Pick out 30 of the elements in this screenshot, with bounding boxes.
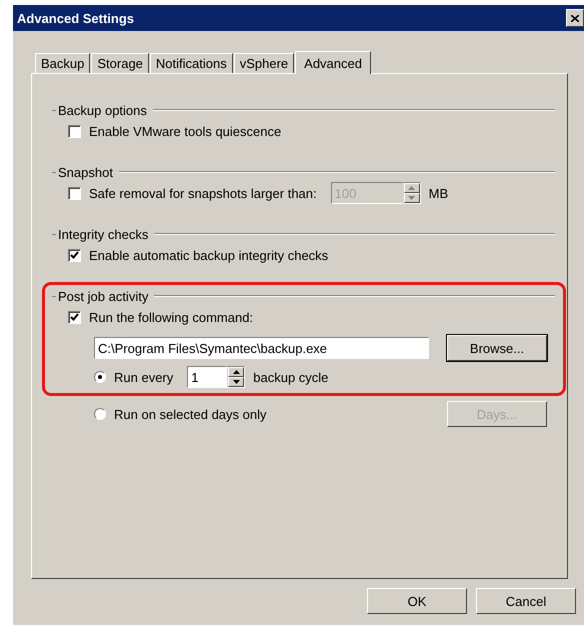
checkbox[interactable] — [68, 186, 81, 200]
command-field[interactable]: C:\Program Files\Symantec\backup.exe — [94, 337, 429, 359]
window-title: Advanced Settings — [17, 10, 134, 26]
group-title: Post job activity — [58, 288, 148, 304]
radio-label: Run on selected days only — [114, 406, 266, 422]
tab[interactable]: Storage — [91, 53, 149, 73]
dialog-button[interactable]: OK — [367, 588, 467, 614]
radio-button[interactable] — [94, 371, 106, 383]
unit-label: backup cycle — [253, 370, 328, 384]
unit-label: MB — [428, 186, 448, 200]
group-title: Snapshot — [58, 164, 113, 180]
group-title: Integrity checks — [58, 226, 148, 242]
checkbox[interactable] — [68, 310, 81, 324]
tab[interactable]: Backup — [35, 53, 90, 73]
browse-button[interactable]: Browse... — [447, 335, 547, 361]
checkbox-label: Enable automatic backup integrity checks — [89, 248, 328, 262]
checkbox-label: Run the following command: — [89, 310, 254, 324]
checkbox-label: Safe removal for snapshots larger than: — [89, 186, 317, 200]
tab[interactable]: Notifications — [150, 53, 233, 73]
radio-button[interactable] — [94, 408, 106, 420]
tab[interactable]: Advanced — [295, 51, 371, 74]
close-icon — [571, 14, 579, 22]
tab[interactable]: vSphere — [234, 53, 294, 73]
checkbox-label: Enable VMware tools quiescence — [89, 124, 282, 138]
dialog-button[interactable]: Cancel — [476, 588, 576, 614]
close-button[interactable] — [566, 9, 584, 27]
group-title: Backup options — [58, 102, 147, 118]
checkbox[interactable] — [68, 124, 81, 138]
radio-label: Run every — [114, 370, 174, 384]
checkbox[interactable] — [68, 248, 81, 262]
